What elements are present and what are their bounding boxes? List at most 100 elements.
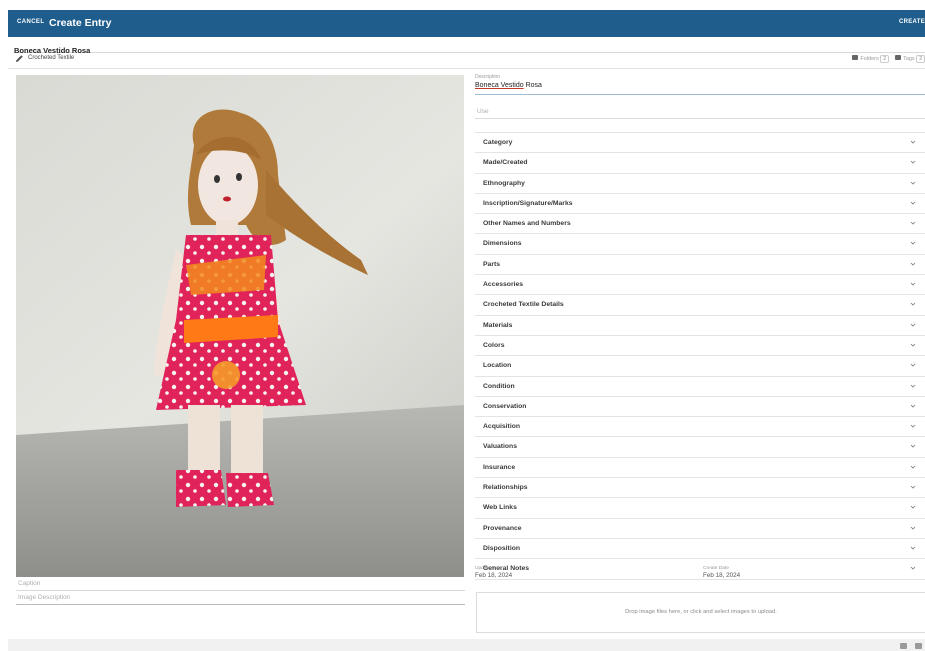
chevron-down-icon [910,140,916,144]
section-valuations[interactable]: Valuations [475,437,925,458]
chevron-down-icon [910,506,916,509]
section-label: Colors [483,341,505,349]
section-accessories[interactable]: Accessories [475,275,925,296]
entry-type-label: Crocheted Textile [28,55,75,61]
section-acquisition[interactable]: Acquisition [475,417,925,438]
section-made-created[interactable]: Made/Created [475,153,925,174]
description-value-rest: Rosa [523,82,542,89]
entry-name-field[interactable]: Boneca Vestido Rosa [14,40,925,55]
caption-field[interactable]: Caption [16,578,465,591]
section-label: Materials [483,321,513,329]
section-label: Made/Created [483,159,528,167]
tags-label: Tags [903,56,915,62]
tags-control[interactable]: Tags 2 [895,55,925,63]
use-placeholder: Use [477,108,489,115]
section-label: Insurance [483,463,516,471]
section-provenance[interactable]: Provenance [475,519,925,539]
dates-row: Update Date Feb 18, 2024 Create Date Feb… [475,566,925,586]
section-location[interactable]: Location [475,356,925,377]
section-label: Relationships [483,484,528,492]
bottom-bar [8,639,925,651]
section-web-links[interactable]: Web Links [475,498,925,519]
tags-count: 2 [916,55,925,63]
folders-control[interactable]: Folders 2 [852,55,890,63]
section-label: Conservation [483,402,527,410]
section-label: Ethnography [483,179,525,187]
chevron-down-icon [910,465,916,469]
section-other-names-and-numbers[interactable]: Other Names and Numbers [475,214,925,235]
create-date: Create Date Feb 18, 2024 [703,566,740,579]
section-crocheted-textile-details[interactable]: Crocheted Textile Details [475,295,925,316]
section-condition[interactable]: Condition [475,377,925,397]
section-label: Category [483,139,513,146]
section-parts[interactable]: Parts [475,255,925,276]
chevron-down-icon [910,282,916,286]
chevron-down-icon [910,161,916,164]
chevron-down-icon [910,363,916,367]
section-colors[interactable]: Colors [475,336,925,357]
chevron-down-icon [910,303,916,306]
section-conservation[interactable]: Conservation [475,397,925,418]
app-header: CANCEL Create Entry CREATE [8,10,925,37]
update-date-label: Update Date [475,566,502,571]
section-label: Crocheted Textile Details [483,301,564,309]
section-label: Valuations [483,443,517,451]
update-date-value: Feb 18, 2024 [475,572,513,579]
chevron-down-icon [910,424,916,428]
section-disposition[interactable]: Disposition [475,539,925,560]
section-relationships[interactable]: Relationships [475,478,925,499]
section-insurance[interactable]: Insurance [475,458,925,479]
create-date-label: Create Date [703,566,729,571]
divider [8,68,925,69]
section-inscription-signature-marks[interactable]: Inscription/Signature/Marks [475,194,925,215]
section-label: Provenance [483,524,522,532]
section-label: Web Links [483,504,517,512]
description-value-underlined: Boneca Vestido [475,82,524,89]
section-dimensions[interactable]: Dimensions [475,234,925,255]
image-description-field[interactable]: Image Description [16,592,465,605]
document-icon[interactable] [915,643,922,649]
section-category[interactable]: Category [475,133,925,154]
sections-accordion: Category Made/Created Ethnography Inscripti… [475,132,925,580]
description-label: Description [475,74,501,80]
chevron-down-icon [910,262,916,266]
chevron-down-icon [910,384,916,388]
entry-type-row: Crocheted Textile Folders 2 Tags 2 [14,54,925,66]
cancel-button[interactable]: CANCEL [17,19,44,25]
eye-icon[interactable] [900,643,907,649]
chevron-down-icon [910,445,916,449]
update-date: Update Date Feb 18, 2024 [475,566,512,579]
chevron-down-icon [910,546,916,550]
chevron-down-icon [910,343,916,347]
tag-icon [895,55,902,60]
section-label: Condition [483,382,515,390]
chevron-down-icon [910,221,916,225]
image-upload-dropzone[interactable]: Drop image files here, or click and sele… [476,592,925,633]
chevron-down-icon [910,201,916,205]
section-label: Location [483,362,512,370]
create-button[interactable]: CREATE [899,19,925,25]
section-label: Disposition [483,544,521,552]
folders-label: Folders [860,56,879,62]
use-field[interactable]: Use [475,104,925,119]
section-label: Acquisition [483,423,521,431]
section-label: Inscription/Signature/Marks [483,199,573,207]
create-date-value: Feb 18, 2024 [703,572,741,579]
section-materials[interactable]: Materials [475,316,925,336]
image-description-placeholder: Image Description [18,594,71,601]
caption-placeholder: Caption [18,580,41,587]
folders-tags-group: Folders 2 Tags 2 [852,55,925,63]
section-label: Other Names and Numbers [483,220,571,228]
pencil-icon[interactable] [15,54,24,63]
section-label: Accessories [483,281,524,289]
page-title: Create Entry [49,17,112,29]
chevron-down-icon [910,526,916,530]
description-field[interactable]: Description Boneca Vestido Rosa [475,74,925,95]
folders-count: 2 [880,55,890,63]
description-value: Boneca Vestido Rosa [475,82,542,89]
chevron-down-icon [910,181,916,185]
section-ethnography[interactable]: Ethnography [475,174,925,194]
entry-photo[interactable] [16,75,464,577]
section-label: Dimensions [483,240,522,248]
folder-icon [852,55,859,60]
